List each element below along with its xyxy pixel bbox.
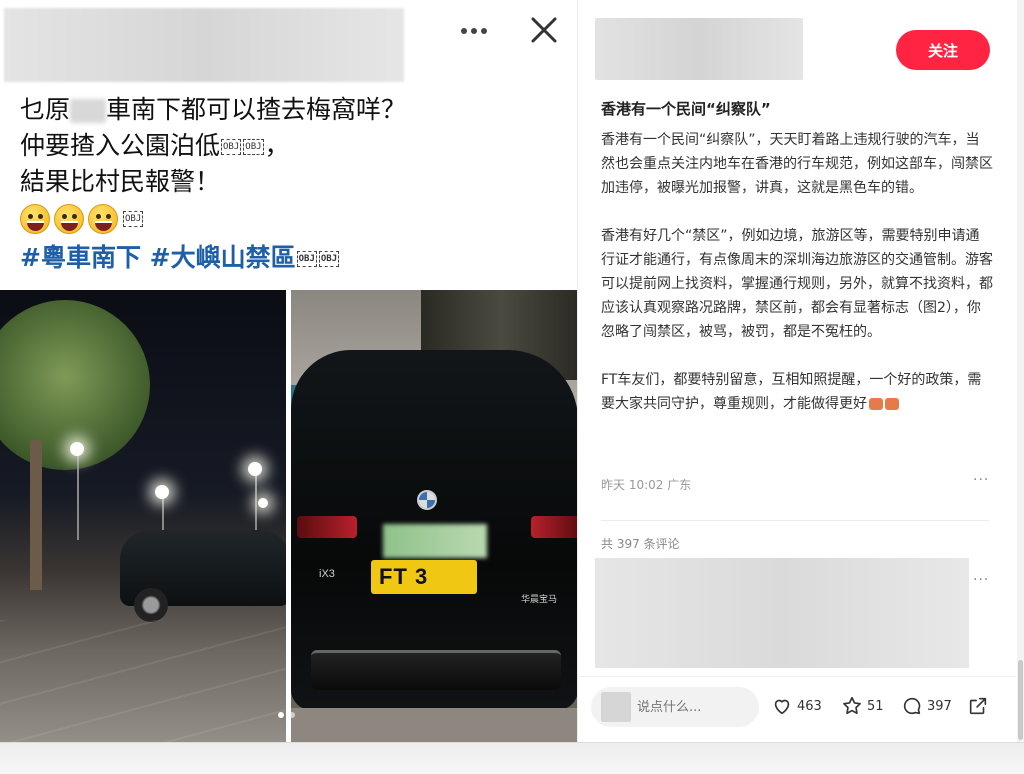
car-rear-photo: FT 3 iX3 华晨宝马 [291,290,577,742]
street-lamp [258,498,268,508]
taillight-left [297,516,357,538]
street-lamp [155,485,169,499]
tree-trunk [30,440,42,590]
more-horizontal-icon[interactable] [456,18,492,44]
post-detail-panel: 关注 香港有一个民间“纠察队” 香港有一个民间“纠察队”，天天盯着路上违规行驶的… [579,0,1016,742]
blurred-mainland-plate [383,524,487,558]
ground [291,708,577,742]
post-paragraph: 香港有一个民间“纠察队”，天天盯着路上违规行驶的汽车，当然也会重点关注内地车在香… [601,132,993,196]
lamp-pole [77,450,79,540]
wheel [134,588,168,622]
post-paragraph: 香港有好几个“禁区”，例如边境，旅游区等，需要特别申请通行证才能通行，有点像周末… [601,228,993,340]
taillight-right [531,516,577,538]
comment-input-box[interactable] [591,687,759,727]
obj-glyph: OBJ [221,139,242,155]
avatar [601,692,631,722]
bmw-logo-icon [417,490,437,510]
hk-license-plate: FT 3 [371,560,477,594]
close-icon[interactable] [526,12,562,48]
obj-glyph: OBJ [296,251,317,267]
post-more-icon[interactable]: ··· [973,472,989,488]
comment-more-icon[interactable]: ··· [973,572,989,588]
post-timestamp-location: 昨天 10:02 广东 [601,478,692,492]
grin-emoji-icon [88,204,118,234]
clap-emoji-icon [885,398,899,410]
comment-input[interactable] [637,699,747,715]
divider [601,520,989,521]
carousel-dot[interactable] [289,712,295,718]
carousel-dots[interactable] [278,712,295,718]
window-bottom-strip [0,742,1024,774]
blurred-header-image [4,8,404,82]
comment-icon [903,697,921,715]
comment-count-action: 397 [927,698,952,714]
share-icon [969,697,987,715]
share-button[interactable] [967,695,989,717]
clap-emoji-icon [869,398,883,410]
blurred-text [70,99,107,123]
rear-bumper [311,650,561,690]
obj-glyph: OBJ [243,139,264,155]
star-icon [843,696,861,715]
caption-line-2: 仲要揸入公園泊低 OBJ OBJ， [20,131,290,160]
image-caption: 乜原 車南下都可以揸去梅窩咩？ 仲要揸入公園泊低 OBJ OBJ， 結果比村民報警！ … [20,92,560,276]
pavement [0,620,286,742]
model-badge: iX3 [319,568,335,580]
blurred-author-info [595,18,803,80]
street-lamp [248,462,262,476]
hashtag-line: #粵車南下 #大嶼山禁區 OBJ OBJ [20,243,340,272]
grin-emoji-icon [20,204,50,234]
scrollbar-thumb[interactable] [1018,660,1023,740]
post-image-viewer[interactable]: 乜原 車南下都可以揸去梅窩咩？ 仲要揸入公園泊低 OBJ OBJ， 結果比村民報警！ … [0,0,578,742]
grin-emoji-icon [54,204,84,234]
caption-line-3: 結果比村民報警！ [20,167,221,196]
caption-line-1: 乜原 車南下都可以揸去梅窩咩？ [20,95,407,124]
heart-icon [774,699,790,715]
star-count: 51 [867,698,884,714]
post-paragraph: FT车友们，都要特别留意，互相知照提醒，一个好的政策，需要大家共同守护，尊重规则… [601,372,982,412]
post-title: 香港有一个民间“纠察队” [601,100,771,118]
emoji-row: OBJ [20,202,560,236]
like-button[interactable]: 463 [771,695,822,717]
collect-button[interactable]: 51 [841,695,884,717]
like-count: 463 [797,698,822,714]
carousel-dot[interactable] [278,712,284,718]
street-lamp [70,442,84,456]
blurred-comment [595,558,969,668]
brand-badge: 华晨宝马 [521,595,558,605]
post-body: 香港有一个民间“纠察队”，天天盯着路上违规行驶的汽车，当然也会重点关注内地车在香… [601,128,993,440]
comment-count: 共 397 条评论 [601,537,680,551]
engagement-bar: 463 51 397 [579,676,1016,738]
follow-button[interactable]: 关注 [896,30,990,70]
comment-button[interactable]: 397 [901,695,952,717]
obj-glyph: OBJ [318,251,340,267]
obj-glyph: OBJ [123,211,144,227]
night-park-photo [0,290,286,742]
scrollbar-track[interactable] [1017,0,1024,742]
